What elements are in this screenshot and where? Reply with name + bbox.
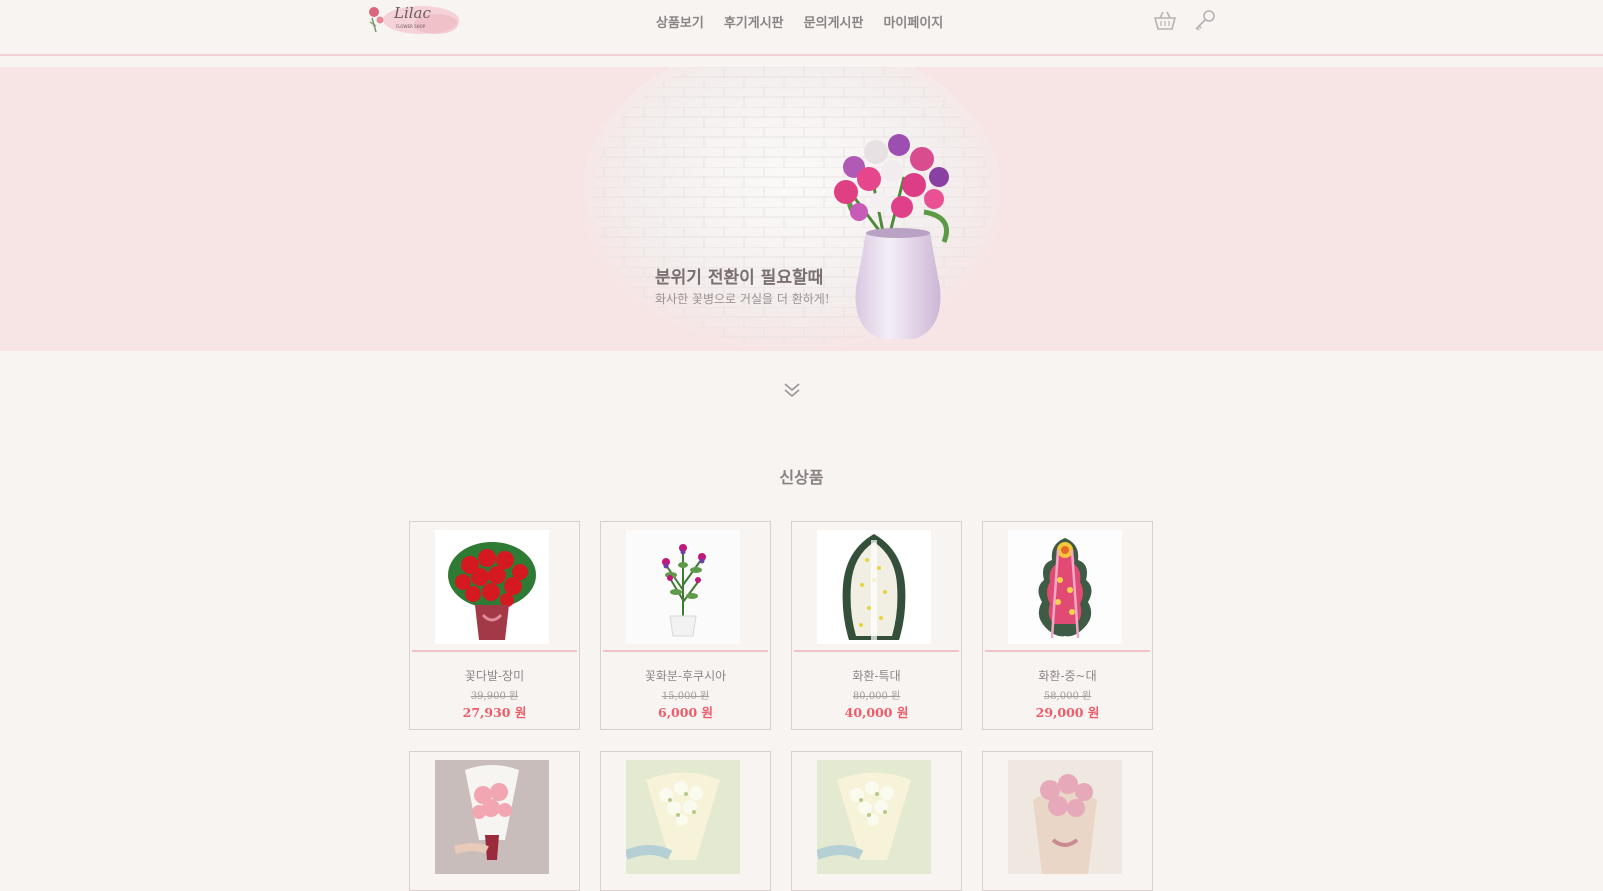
product-card[interactable]: 화환-특대 80,000 원 40,000 원 — [791, 521, 962, 730]
product-card[interactable] — [982, 751, 1153, 891]
product-sale-price: 40,000 원 — [844, 705, 909, 720]
product-original-price: 15,000 원 — [661, 691, 710, 702]
product-image-pink-rose-bouquet — [1008, 760, 1122, 874]
hero-banner[interactable]: 분위기 전환이 필요할때 화사한 꽃병으로 거실을 더 환하게! — [0, 67, 1603, 351]
card-divider — [794, 650, 959, 652]
nav-inquiries[interactable]: 문의게시판 — [804, 12, 864, 31]
product-original-price: 58,000 원 — [1043, 691, 1092, 702]
product-card[interactable] — [409, 751, 580, 891]
card-divider — [603, 650, 768, 652]
section-title-new-products: 신상품 — [779, 468, 824, 487]
basket-icon[interactable] — [1152, 8, 1178, 34]
product-image-fuchsia-pot — [626, 530, 740, 644]
product-name: 꽃다발-장미 — [464, 669, 525, 683]
double-chevron-down-icon[interactable] — [782, 380, 802, 400]
banner-subtitle: 화사한 꽃병으로 거실을 더 환하게! — [655, 292, 830, 306]
product-sale-price: 6,000 원 — [658, 705, 713, 720]
product-card[interactable] — [791, 751, 962, 891]
product-image-babys-breath-bouquet — [626, 760, 740, 874]
product-card[interactable]: 화환-중~대 58,000 원 29,000 원 — [982, 521, 1153, 730]
product-image-red-rose-bouquet — [435, 530, 549, 644]
nav-mypage[interactable]: 마이페이지 — [883, 12, 943, 31]
key-icon[interactable] — [1192, 8, 1218, 34]
product-name: 화환-특대 — [852, 669, 901, 683]
svg-text:Lilac: Lilac — [393, 4, 431, 22]
brick-wall-vase-image — [584, 67, 1000, 351]
product-original-price: 80,000 원 — [852, 691, 901, 702]
card-divider — [412, 650, 577, 652]
product-card[interactable]: 꽃다발-장미 39,900 원 27,930 원 — [409, 521, 580, 730]
banner-title: 분위기 전환이 필요할때 — [655, 268, 824, 288]
product-card[interactable]: 꽃화분-후쿠시아 15,000 원 6,000 원 — [600, 521, 771, 730]
product-original-price: 39,900 원 — [470, 691, 519, 702]
product-image-funeral-wreath-large — [817, 530, 931, 644]
product-sale-price: 29,000 원 — [1035, 705, 1100, 720]
card-divider — [985, 650, 1150, 652]
main-nav: 상품보기 후기게시판 문의게시판 마이페이지 — [656, 12, 943, 31]
product-sale-price: 27,930 원 — [462, 705, 527, 720]
product-name: 화환-중~대 — [1038, 669, 1097, 683]
product-card[interactable] — [600, 751, 771, 891]
svg-text:FLOWER SHOP: FLOWER SHOP — [396, 24, 426, 29]
product-image-celebration-wreath — [1008, 530, 1122, 644]
product-image-babys-breath-bouquet — [817, 760, 931, 874]
nav-reviews[interactable]: 후기게시판 — [724, 12, 784, 31]
nav-products[interactable]: 상품보기 — [656, 12, 704, 31]
product-name: 꽃화분-후쿠시아 — [644, 669, 727, 683]
product-image-pink-carnation-bouquet — [435, 760, 549, 874]
site-header: Lilac FLOWER SHOP 상품보기 후기게시판 문의게시판 마이페이지 — [0, 0, 1603, 56]
lilac-logo[interactable]: Lilac FLOWER SHOP — [366, 0, 462, 38]
